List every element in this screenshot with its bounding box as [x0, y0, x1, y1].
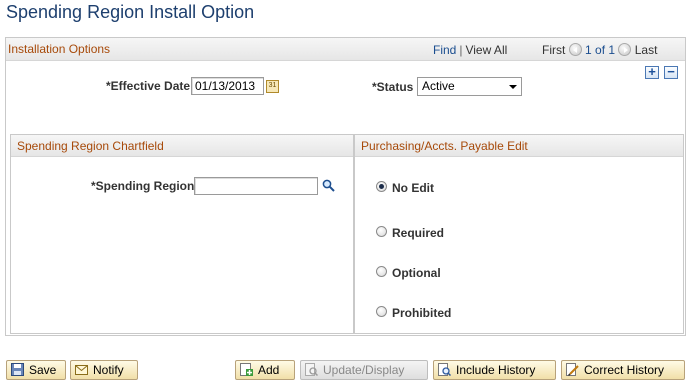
- row-counter: 1 of 1: [585, 43, 616, 57]
- notify-icon: [75, 365, 88, 375]
- status-select[interactable]: Active: [417, 77, 522, 96]
- notify-button[interactable]: Notify: [70, 360, 138, 380]
- pager: First 1 of 1 Last: [542, 43, 657, 57]
- radio-optional[interactable]: [376, 266, 387, 277]
- calendar-icon[interactable]: 31: [266, 80, 279, 93]
- save-icon: [11, 363, 24, 376]
- spending-region-chartfield-group: Spending Region Chartfield *Spending Reg…: [10, 134, 354, 334]
- spending-region-chartfield-title: Spending Region Chartfield: [11, 135, 353, 157]
- delete-row-button[interactable]: −: [664, 65, 678, 79]
- add-icon: [240, 363, 253, 376]
- installation-options-group: Installation Options Find | View All First…: [5, 37, 686, 336]
- radio-label-required: Required: [392, 226, 445, 240]
- find-link[interactable]: Find: [433, 43, 456, 57]
- installation-options-header: Installation Options Find | View All First…: [6, 38, 685, 61]
- spending-region-input[interactable]: [194, 177, 318, 195]
- add-label: Add: [258, 363, 280, 377]
- notify-label: Notify: [93, 363, 124, 377]
- update-display-button[interactable]: Update/Display: [300, 360, 428, 380]
- chevron-down-icon: [509, 85, 517, 89]
- save-button[interactable]: Save: [6, 360, 66, 380]
- correct-history-icon: [566, 363, 579, 376]
- previous-row-icon[interactable]: [568, 43, 582, 56]
- radio-label-optional: Optional: [392, 266, 441, 280]
- next-row-icon[interactable]: [618, 43, 632, 56]
- nav-separator: |: [459, 43, 463, 57]
- effective-date-label: *Effective Date: [106, 79, 191, 93]
- last-label: Last: [634, 43, 658, 57]
- first-label: First: [542, 43, 566, 57]
- radio-no-edit[interactable]: [376, 181, 387, 192]
- spending-region-label: *Spending Region: [91, 179, 195, 193]
- search-icon[interactable]: [322, 179, 335, 192]
- save-label: Save: [29, 363, 57, 377]
- update-display-icon: [305, 363, 318, 376]
- purchasing-ap-edit-title: Purchasing/Accts. Payable Edit: [355, 135, 683, 157]
- installation-options-title: Installation Options: [8, 42, 111, 56]
- include-history-icon: [438, 363, 451, 376]
- status-value: Active: [422, 79, 455, 93]
- grid-navigation: Find | View All: [433, 43, 507, 57]
- radio-label-no-edit: No Edit: [392, 181, 434, 195]
- correct-history-button[interactable]: Correct History: [561, 360, 685, 380]
- include-history-button[interactable]: Include History: [433, 360, 556, 380]
- update-display-label: Update/Display: [323, 363, 405, 377]
- correct-history-label: Correct History: [584, 363, 665, 377]
- include-history-label: Include History: [456, 363, 536, 377]
- status-label: *Status: [372, 80, 414, 94]
- view-all-link[interactable]: View All: [465, 43, 507, 57]
- effective-date-field[interactable]: 01/13/2013: [191, 77, 264, 95]
- radio-required[interactable]: [376, 226, 387, 237]
- purchasing-ap-edit-group: Purchasing/Accts. Payable Edit No Edit R…: [354, 134, 684, 334]
- add-row-button[interactable]: +: [645, 65, 659, 79]
- radio-prohibited[interactable]: [376, 306, 387, 317]
- page-title: Spending Region Install Option: [6, 2, 255, 22]
- radio-label-prohibited: Prohibited: [392, 306, 452, 320]
- add-button[interactable]: Add: [235, 360, 295, 380]
